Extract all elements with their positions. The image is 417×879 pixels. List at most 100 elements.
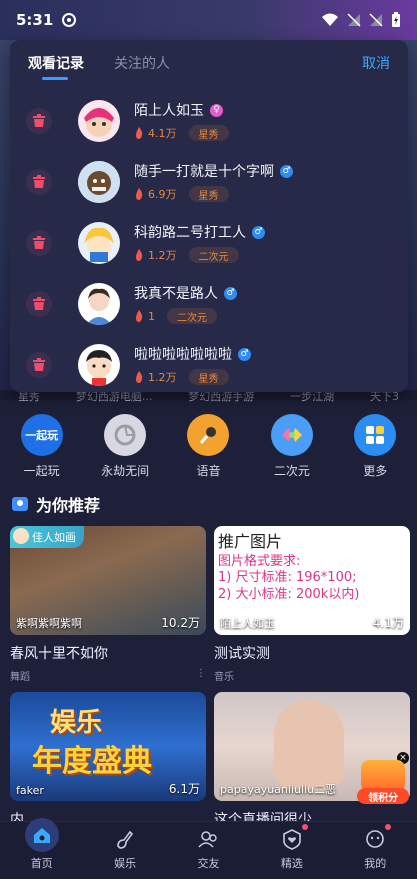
anchor-name: faker — [16, 784, 44, 797]
trash-icon — [33, 297, 45, 310]
tab-watch-history[interactable]: 观看记录 — [28, 40, 84, 86]
nav-featured[interactable]: 精选 — [262, 824, 322, 871]
live-card[interactable]: 佳人如画 紫啊紫啊紫啊 10.2万 春风十里不如你 舞蹈 ⋮ — [10, 526, 206, 683]
quick-item-naraka[interactable]: 永劫无间 — [89, 414, 161, 480]
history-row[interactable]: 科韵路二号打工人 ♂ 1.2万 二次元 — [10, 212, 408, 273]
heat-count: 1 — [148, 309, 155, 323]
points-gift-button[interactable]: × 领积分 — [357, 752, 409, 804]
male-icon: ♂ — [280, 164, 293, 178]
delete-button[interactable] — [26, 107, 52, 134]
notification-dot — [301, 824, 308, 830]
delete-button[interactable] — [26, 351, 52, 378]
tab-following[interactable]: 关注的人 — [114, 40, 170, 86]
category-tag: 星秀 — [188, 125, 229, 141]
nav-label: 交友 — [197, 857, 220, 870]
quick-item-voice[interactable]: 语音 — [172, 414, 244, 480]
quick-item-play-together[interactable]: 一起玩 一起玩 — [6, 414, 78, 480]
nav-label: 我的 — [364, 857, 387, 870]
heart-shield-icon — [279, 826, 305, 852]
watch-history-popup: 观看记录 关注的人 取消 陌上人如玉 ♀ 4.1万 星秀 随手一打就是十个字啊 … — [10, 40, 408, 392]
nav-label: 娱乐 — [114, 857, 137, 870]
quick-item-label: 语音 — [196, 464, 221, 478]
flame-icon — [136, 127, 143, 139]
poster-title: 娱乐 — [50, 708, 103, 738]
quick-item-label: 永劫无间 — [101, 464, 150, 478]
card-title: 测试实测 — [214, 646, 270, 662]
nav-friends[interactable]: 交友 — [178, 826, 238, 871]
category-tag: 二次元 — [167, 308, 217, 324]
ad-line: 2) 大小标准: 200k以内) — [218, 586, 360, 602]
nav-home[interactable]: 首页 — [12, 818, 72, 871]
star-badge: 佳人如画 — [10, 526, 84, 548]
portrait — [274, 700, 344, 790]
avatar — [78, 282, 120, 325]
location-icon — [62, 13, 77, 27]
naraka-icon — [104, 414, 147, 456]
anime-icon — [270, 414, 313, 456]
recommend-title: 为你推荐 — [36, 496, 101, 515]
wifi-icon — [322, 13, 338, 26]
gift-label: 领积分 — [357, 788, 409, 804]
view-count: 6.1万 — [168, 782, 200, 796]
history-row[interactable]: 随手一打就是十个字啊 ♂ 6.9万 星秀 — [10, 151, 408, 212]
heat-count: 1.2万 — [148, 249, 177, 262]
friends-icon — [195, 826, 221, 852]
trash-icon — [33, 114, 45, 127]
category-tag: 星秀 — [188, 369, 229, 385]
status-icons — [321, 12, 401, 28]
notification-dot — [385, 824, 392, 830]
signal-icon-2 — [369, 13, 383, 27]
user-name: 我真不是路人 — [134, 286, 218, 302]
quick-item-more[interactable]: 更多 — [339, 414, 411, 480]
flame-icon — [136, 371, 143, 383]
popup-tabs: 观看记录 关注的人 取消 — [10, 40, 408, 86]
quick-item-label: 更多 — [363, 464, 388, 478]
ad-head: 推广图片 — [218, 532, 283, 551]
trash-icon — [33, 358, 45, 371]
heat-count: 1.2万 — [148, 371, 177, 384]
nav-entertainment[interactable]: 娱乐 — [95, 826, 155, 871]
delete-button[interactable] — [26, 168, 52, 195]
status-bar: 5:31 — [0, 0, 417, 40]
live-card[interactable]: 推广图片 图片格式要求: 1) 尺寸标准: 196*100; 2) 大小标准: … — [214, 526, 410, 683]
nav-label: 精选 — [280, 857, 303, 870]
user-name: 随手一打就是十个字啊 — [134, 164, 274, 180]
heat-count: 4.1万 — [148, 127, 177, 140]
flame-icon — [136, 188, 143, 200]
view-count: 10.2万 — [161, 616, 200, 630]
ad-line: 图片格式要求: — [218, 554, 301, 569]
live-thumbnail: 娱乐 年度盛典 faker 6.1万 — [10, 692, 206, 801]
flame-icon — [136, 249, 143, 261]
live-card[interactable]: 娱乐 年度盛典 faker 6.1万 内 — [10, 692, 206, 829]
more-dots-icon[interactable]: ⋮ — [196, 668, 206, 683]
battery-icon — [392, 12, 400, 27]
history-row[interactable]: 我真不是路人 ♂ 1 二次元 — [10, 273, 408, 334]
history-row[interactable]: 陌上人如玉 ♀ 4.1万 星秀 — [10, 90, 408, 151]
delete-button[interactable] — [26, 229, 52, 256]
male-icon: ♂ — [224, 286, 237, 300]
quick-item-label: 二次元 — [273, 464, 310, 478]
recommend-section-title: 为你推荐 — [12, 492, 100, 516]
flame-icon — [136, 310, 143, 322]
anchor-name: 紫啊紫啊紫啊 — [16, 617, 82, 630]
user-name: 科韵路二号打工人 — [134, 225, 246, 241]
card-tag: 音乐 — [214, 672, 234, 683]
camera-icon — [12, 497, 28, 511]
delete-button[interactable] — [26, 290, 52, 317]
avatar — [78, 343, 120, 386]
quick-item-anime[interactable]: 二次元 — [256, 414, 328, 480]
history-row[interactable]: 啦啦啦啦啦啦啦 ♂ 1.2万 星秀 — [10, 334, 408, 395]
trash-icon — [33, 175, 45, 188]
cancel-button[interactable]: 取消 — [362, 53, 390, 73]
card-tag: 舞蹈 — [10, 672, 30, 683]
anchor-name: papayayuanliuliu二恶 — [220, 783, 337, 796]
avatar — [78, 160, 120, 203]
profile-icon — [362, 826, 388, 852]
nav-label: 首页 — [30, 857, 53, 870]
bottom-nav: 首页 娱乐 交友 精选 我的 — [0, 818, 417, 879]
nav-profile[interactable]: 我的 — [345, 824, 405, 871]
category-tag: 星秀 — [188, 186, 229, 202]
ad-text: 推广图片 图片格式要求: 1) 尺寸标准: 196*100; 2) 大小标准: … — [218, 532, 359, 603]
quick-item-label: 一起玩 — [23, 464, 60, 478]
male-icon: ♂ — [238, 347, 251, 361]
